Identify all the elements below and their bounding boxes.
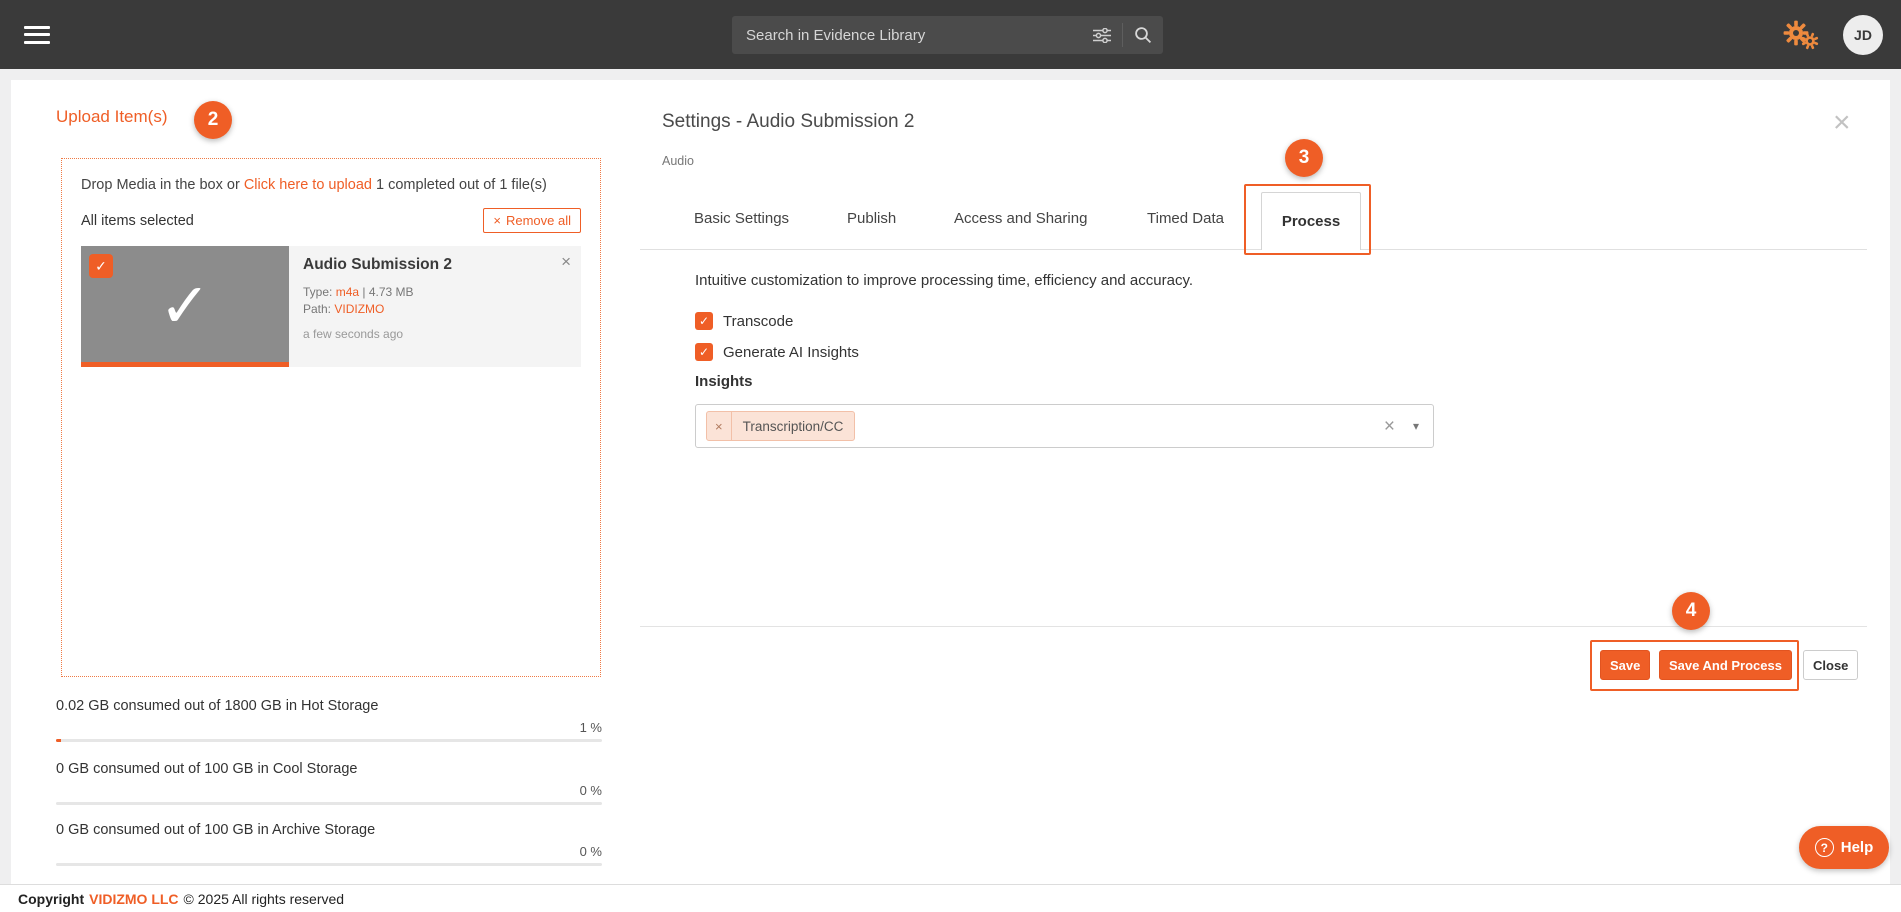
transcode-checkbox-row[interactable]: ✓ Transcode bbox=[695, 312, 793, 330]
item-title: Audio Submission 2 bbox=[303, 256, 567, 274]
item-thumbnail: ✓ ✓ bbox=[81, 246, 289, 367]
upload-complete-check-icon: ✓ bbox=[159, 276, 211, 338]
type-label: Type: bbox=[303, 285, 332, 299]
hot-storage-meter: 0.02 GB consumed out of 1800 GB in Hot S… bbox=[56, 698, 602, 742]
step-3-badge: 3 bbox=[1285, 139, 1323, 177]
step-2-badge: 2 bbox=[194, 101, 232, 139]
insights-label: Insights bbox=[695, 373, 753, 390]
topbar: JD bbox=[0, 0, 1901, 69]
remove-tag-icon[interactable]: × bbox=[707, 412, 732, 440]
insights-tag: × Transcription/CC bbox=[706, 411, 855, 441]
step-4-badge: 4 bbox=[1672, 592, 1710, 630]
item-info: Audio Submission 2 Type: m4a | 4.73 MB P… bbox=[289, 246, 581, 367]
search-bar bbox=[732, 16, 1163, 54]
tabs-divider bbox=[640, 249, 1867, 250]
ai-insights-checkbox[interactable]: ✓ bbox=[695, 343, 713, 361]
settings-title: Settings - Audio Submission 2 bbox=[662, 111, 914, 133]
upload-item[interactable]: ✓ ✓ Audio Submission 2 Type: m4a | 4.73 … bbox=[81, 246, 581, 367]
clear-selection-icon[interactable]: × bbox=[1384, 417, 1395, 436]
settings-subtitle: Audio bbox=[662, 154, 694, 168]
path-label: Path: bbox=[303, 302, 331, 316]
topbar-right: JD bbox=[1781, 0, 1883, 69]
upload-progress-text: 1 completed out of 1 file(s) bbox=[376, 177, 547, 193]
hot-storage-label: 0.02 GB consumed out of 1800 GB in Hot S… bbox=[56, 698, 602, 714]
upload-progress-bar bbox=[81, 362, 289, 367]
item-timestamp: a few seconds ago bbox=[303, 327, 567, 341]
tab-access-and-sharing[interactable]: Access and Sharing bbox=[954, 210, 1087, 227]
remove-all-label: Remove all bbox=[506, 213, 571, 228]
ai-insights-checkbox-row[interactable]: ✓ Generate AI Insights bbox=[695, 343, 859, 361]
hot-storage-percent: 1 % bbox=[56, 720, 602, 735]
hot-storage-track bbox=[56, 739, 602, 742]
archive-storage-meter: 0 GB consumed out of 100 GB in Archive S… bbox=[56, 822, 602, 866]
archive-storage-percent: 0 % bbox=[56, 844, 602, 859]
settings-gears-icon[interactable] bbox=[1781, 19, 1821, 51]
archive-storage-track bbox=[56, 863, 602, 866]
transcode-checkbox[interactable]: ✓ bbox=[695, 312, 713, 330]
close-button[interactable]: Close bbox=[1803, 650, 1858, 680]
process-description: Intuitive customization to improve proce… bbox=[695, 272, 1193, 289]
item-remove-icon[interactable]: × bbox=[561, 252, 571, 272]
item-size: 4.73 MB bbox=[369, 285, 414, 299]
help-label: Help bbox=[1841, 839, 1874, 856]
copyright-label: Copyright bbox=[18, 891, 84, 907]
vidizmo-link[interactable]: VIDIZMO LLC bbox=[89, 891, 178, 907]
cool-storage-percent: 0 % bbox=[56, 783, 602, 798]
search-icon[interactable] bbox=[1123, 26, 1163, 44]
archive-storage-label: 0 GB consumed out of 100 GB in Archive S… bbox=[56, 822, 602, 838]
transcode-label: Transcode bbox=[723, 313, 793, 330]
main-content: Upload Item(s) 2 Drop Media in the box o… bbox=[11, 80, 1890, 884]
menu-icon[interactable] bbox=[24, 26, 50, 44]
tab-basic-settings[interactable]: Basic Settings bbox=[694, 210, 789, 227]
dropzone-instructions: Drop Media in the box or Click here to u… bbox=[81, 177, 581, 193]
tab-publish[interactable]: Publish bbox=[847, 210, 896, 227]
avatar[interactable]: JD bbox=[1843, 15, 1883, 55]
separator: | bbox=[362, 285, 365, 299]
click-to-upload-link[interactable]: Click here to upload bbox=[244, 177, 372, 193]
item-path: Path: VIDIZMO bbox=[303, 301, 567, 318]
help-question-icon: ? bbox=[1815, 838, 1834, 857]
save-button[interactable]: Save bbox=[1600, 650, 1650, 680]
dropzone-text: Drop Media in the box or bbox=[81, 177, 240, 193]
type-value: m4a bbox=[336, 285, 359, 299]
ai-insights-label: Generate AI Insights bbox=[723, 344, 859, 361]
rights-text: © 2025 All rights reserved bbox=[184, 891, 345, 907]
upload-dropzone[interactable]: Drop Media in the box or Click here to u… bbox=[61, 158, 601, 677]
item-selected-checkbox[interactable]: ✓ bbox=[89, 254, 113, 278]
cool-storage-track bbox=[56, 802, 602, 805]
filter-sliders-icon[interactable] bbox=[1082, 28, 1122, 43]
tab-process[interactable]: Process bbox=[1261, 192, 1361, 250]
settings-close-icon[interactable]: × bbox=[1833, 108, 1851, 138]
all-items-selected-label: All items selected bbox=[81, 213, 194, 229]
footer: Copyright VIDIZMO LLC © 2025 All rights … bbox=[0, 884, 1901, 912]
search-input[interactable] bbox=[732, 27, 1082, 44]
tag-label: Transcription/CC bbox=[732, 419, 855, 434]
upload-items-title: Upload Item(s) bbox=[56, 107, 167, 127]
insights-select[interactable]: × Transcription/CC × ▾ bbox=[695, 404, 1434, 448]
remove-all-button[interactable]: × Remove all bbox=[483, 208, 581, 233]
help-button[interactable]: ? Help bbox=[1799, 826, 1889, 869]
path-value[interactable]: VIDIZMO bbox=[334, 302, 384, 316]
remove-all-x-icon: × bbox=[493, 213, 501, 228]
cool-storage-label: 0 GB consumed out of 100 GB in Cool Stor… bbox=[56, 761, 602, 777]
save-and-process-button[interactable]: Save And Process bbox=[1659, 650, 1792, 680]
item-type-size: Type: m4a | 4.73 MB bbox=[303, 284, 567, 301]
cool-storage-meter: 0 GB consumed out of 100 GB in Cool Stor… bbox=[56, 761, 602, 805]
dropdown-caret-icon[interactable]: ▾ bbox=[1413, 419, 1419, 433]
tab-timed-data[interactable]: Timed Data bbox=[1147, 210, 1224, 227]
